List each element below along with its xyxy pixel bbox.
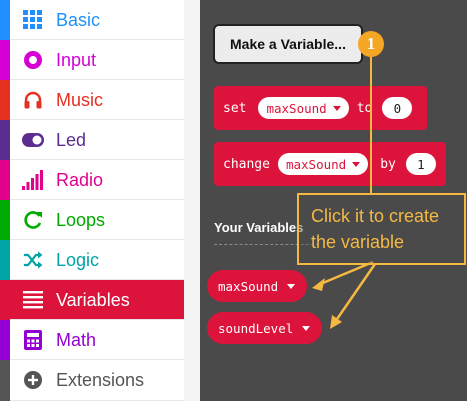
set-variable-block[interactable]: set maxSound to 0: [214, 86, 427, 130]
category-radio[interactable]: Radio: [0, 160, 184, 200]
category-color-stripe: [0, 320, 10, 360]
value-input[interactable]: 0: [382, 97, 413, 119]
category-label: Math: [56, 330, 97, 350]
category-color-stripe: [0, 240, 10, 280]
make-variable-button[interactable]: Make a Variable...: [213, 24, 363, 64]
variable-dropdown[interactable]: maxSound: [258, 97, 349, 119]
by-keyword: by: [380, 156, 396, 172]
list-lines-icon: [22, 289, 44, 311]
category-color-stripe: [0, 160, 10, 200]
headphones-icon: [22, 89, 44, 111]
variable-dropdown-value: maxSound: [285, 156, 347, 172]
category-logic[interactable]: Logic: [0, 240, 184, 280]
category-label: Led: [56, 130, 87, 150]
category-label: Music: [56, 90, 104, 110]
category-color-stripe: [0, 120, 10, 160]
variable-pill-maxsound[interactable]: maxSound: [207, 270, 308, 302]
change-keyword: change: [223, 156, 270, 172]
callout-box: Click it to create the variable: [297, 193, 466, 265]
variable-pill-soundlevel[interactable]: soundLevel: [207, 312, 323, 344]
category-input[interactable]: Input: [0, 40, 184, 80]
signal-bars-icon: [22, 169, 44, 191]
dropdown-arrow-icon: [287, 283, 296, 289]
category-color-stripe: [0, 40, 10, 80]
category-basic[interactable]: Basic: [0, 0, 184, 40]
category-color-stripe: [0, 360, 10, 401]
dropdown-arrow-icon: [352, 161, 361, 167]
category-label: Input: [56, 50, 97, 70]
variable-dropdown[interactable]: maxSound: [277, 153, 369, 175]
category-loops[interactable]: Loops: [0, 200, 184, 240]
grid-icon: [22, 9, 44, 31]
category-label: Radio: [56, 170, 104, 190]
category-label: Logic: [56, 250, 100, 270]
category-variables[interactable]: Variables: [0, 280, 184, 320]
step-badge: 1: [358, 31, 384, 57]
refresh-icon: [22, 209, 44, 231]
make-variable-label: Make a Variable...: [230, 36, 346, 52]
to-keyword: to: [356, 100, 373, 116]
category-music[interactable]: Music: [0, 80, 184, 120]
category-extensions[interactable]: Extensions: [0, 360, 184, 401]
category-color-stripe: [0, 200, 10, 240]
plus-circle-icon: [22, 369, 44, 391]
category-label: Loops: [56, 210, 106, 230]
variable-pill-label: maxSound: [218, 278, 279, 294]
variable-dropdown-value: maxSound: [266, 100, 327, 116]
dropdown-arrow-icon: [302, 325, 311, 331]
change-variable-block[interactable]: change maxSound by 1: [214, 142, 446, 186]
toolbox-scrollbar[interactable]: [184, 0, 200, 401]
calculator-icon: [22, 329, 44, 351]
variable-pill-label: soundLevel: [218, 320, 294, 336]
shuffle-icon: [22, 249, 44, 271]
target-icon: [22, 49, 44, 71]
category-led[interactable]: Led: [0, 120, 184, 160]
category-toolbox: Basic Input Music Led Radio Loops Logic …: [0, 0, 184, 401]
category-label: Extensions: [56, 370, 145, 390]
category-math[interactable]: Math: [0, 320, 184, 360]
category-color-stripe: [0, 280, 10, 320]
category-color-stripe: [0, 0, 10, 40]
value-input[interactable]: 1: [405, 153, 436, 175]
category-label: Variables: [56, 290, 130, 310]
category-label: Basic: [56, 10, 101, 30]
set-keyword: set: [223, 100, 247, 116]
category-color-stripe: [0, 80, 10, 120]
toggle-icon: [22, 129, 44, 151]
dropdown-arrow-icon: [332, 105, 341, 111]
your-variables-heading: Your Variables: [214, 220, 304, 235]
